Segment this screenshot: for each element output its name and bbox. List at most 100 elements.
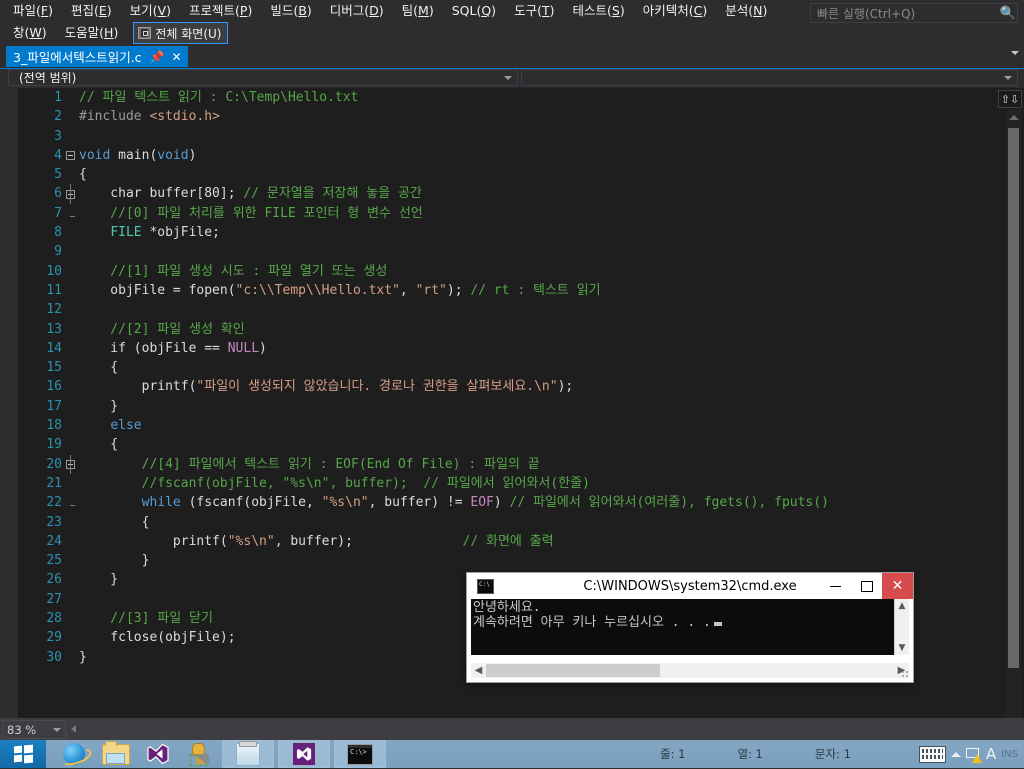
search-icon[interactable]: 🔍 — [999, 6, 1017, 21]
show-hidden-icons-icon[interactable] — [950, 751, 961, 757]
code-line[interactable]: 3 — [18, 127, 1024, 146]
visual-studio-icon[interactable] — [138, 740, 178, 768]
menu-item-t[interactable]: 도구(T) — [505, 0, 563, 22]
menu-item-m[interactable]: 팀(M) — [393, 0, 443, 22]
command-prompt-titlebar[interactable]: C:\WINDOWS\system32\cmd.exe ✕ — [467, 573, 913, 599]
scrollbar-thumb[interactable] — [1008, 128, 1019, 668]
code-line[interactable]: 14 if (objFile == NULL) — [18, 339, 1024, 358]
menu-item-d[interactable]: 디버그(D) — [321, 0, 393, 22]
quick-launch-box[interactable]: 빠른 실행(Ctrl+Q) 🔍 — [810, 3, 1018, 23]
chevron-down-icon[interactable] — [1004, 75, 1012, 80]
command-prompt-window[interactable]: C:\WINDOWS\system32\cmd.exe ✕ 안녕하세요. 계속하… — [466, 572, 914, 683]
line-number: 15 — [46, 360, 62, 376]
code-line[interactable]: 8 FILE *objFile; — [18, 223, 1024, 242]
code-line[interactable]: 21 //fscanf(objFile, "%s\n", buffer); //… — [18, 474, 1024, 493]
editor-vertical-scrollbar[interactable] — [1005, 110, 1022, 718]
menu-item-s[interactable]: 테스트(S) — [563, 0, 633, 22]
file-explorer-icon[interactable] — [96, 740, 136, 768]
touch-keyboard-icon[interactable] — [918, 745, 946, 763]
code-line[interactable]: 25 } — [18, 551, 1024, 570]
code-line[interactable]: 2 #include <stdio.h> — [18, 107, 1024, 126]
code-line[interactable]: 22 while (fscanf(objFile, "%s\n", buffer… — [18, 493, 1024, 512]
sql-server-tools-icon[interactable] — [180, 740, 220, 768]
scroll-left-icon[interactable] — [71, 725, 76, 733]
scrollbar-thumb[interactable] — [486, 664, 660, 677]
indicator-margin[interactable] — [0, 88, 18, 718]
fold-margin[interactable] — [62, 184, 79, 204]
internet-explorer-icon[interactable] — [54, 740, 94, 768]
code-line[interactable]: 18 else — [18, 416, 1024, 435]
line-number: 18 — [46, 418, 62, 434]
ime-korean-icon[interactable]: A — [986, 746, 996, 762]
code-token: #include — [79, 109, 150, 125]
split-view-handle[interactable]: ⇧⇩ — [998, 90, 1022, 108]
console-vertical-scrollbar[interactable]: ▲ ▼ — [894, 599, 909, 655]
code-line[interactable]: 6 char buffer[80]; // 문자열을 저장해 놓을 공간 — [18, 184, 1024, 204]
resize-grip[interactable] — [902, 671, 910, 679]
start-button[interactable] — [0, 740, 46, 768]
scroll-left-icon[interactable]: ◀ — [471, 665, 486, 676]
console-horizontal-scrollbar[interactable]: ◀ ▶ — [471, 663, 909, 678]
menu-item-p[interactable]: 프로젝트(P) — [180, 0, 261, 22]
command-prompt-window-button[interactable] — [334, 740, 386, 768]
code-token: <stdio.h> — [149, 109, 220, 125]
editor-horizontal-scrollbar[interactable] — [66, 720, 1024, 737]
code-line[interactable]: 23 { — [18, 513, 1024, 532]
minimize-button[interactable] — [820, 573, 851, 599]
zoom-dropdown[interactable]: 83 % — [2, 720, 66, 739]
fold-margin[interactable] — [62, 454, 79, 474]
code-line[interactable]: 20 //[4] 파일에서 텍스트 읽기 : EOF(End Of File) … — [18, 454, 1024, 474]
console-icon — [477, 578, 494, 594]
menu-item-w[interactable]: 창(W) — [4, 22, 56, 44]
code-token: { — [79, 360, 119, 376]
chevron-down-icon[interactable] — [504, 75, 512, 80]
code-token: // rt : 텍스트 읽기 — [470, 282, 601, 298]
scroll-up-icon[interactable]: ▲ — [895, 599, 909, 613]
close-button[interactable]: ✕ — [882, 573, 913, 599]
code-line[interactable]: 11 objFile = fopen("c:\\Temp\\Hello.txt"… — [18, 281, 1024, 300]
status-bar: 83 % — [0, 718, 1024, 740]
network-warning-icon[interactable] — [965, 747, 982, 763]
code-line[interactable]: 12 — [18, 300, 1024, 319]
chevron-down-icon[interactable] — [1011, 51, 1019, 55]
code-line[interactable]: 24 printf("%s\n", buffer); // 화면에 출력 — [18, 532, 1024, 551]
quick-launch-input[interactable]: 빠른 실행(Ctrl+Q) — [811, 5, 999, 22]
code-line[interactable]: 9 — [18, 242, 1024, 261]
fold-margin[interactable] — [62, 146, 79, 165]
code-token: { — [79, 167, 87, 183]
menu-item-e[interactable]: 편집(E) — [62, 0, 121, 22]
fullscreen-button[interactable]: 전체 화면(U) — [133, 22, 229, 44]
code-line[interactable]: 1 // 파일 텍스트 읽기 : C:\Temp\Hello.txt — [18, 88, 1024, 107]
code-line[interactable]: 7 //[0] 파일 처리를 위한 FILE 포인터 형 변수 선언 — [18, 204, 1024, 223]
menu-item-f[interactable]: 파일(F) — [4, 0, 62, 22]
menu-item-n[interactable]: 분석(N) — [716, 0, 776, 22]
menu-item-b[interactable]: 빌드(B) — [261, 0, 320, 22]
maximize-button[interactable] — [851, 573, 882, 599]
console-output[interactable]: 안녕하세요. 계속하려면 아무 키나 누르십시오 . . . — [471, 599, 901, 655]
scroll-down-icon[interactable]: ▼ — [895, 641, 909, 655]
document-tab[interactable]: 3_파일에서텍스트읽기.c 📌 ✕ — [6, 46, 188, 67]
chevron-down-icon[interactable] — [53, 727, 61, 732]
code-line[interactable]: 15 { — [18, 358, 1024, 377]
menu-item-h[interactable]: 도움말(H) — [56, 22, 128, 44]
code-line[interactable]: 19 { — [18, 435, 1024, 454]
pin-icon[interactable]: 📌 — [150, 50, 165, 64]
collapse-icon[interactable] — [66, 151, 75, 161]
code-line[interactable]: 13 //[2] 파일 생성 확인 — [18, 320, 1024, 339]
scroll-up-icon[interactable] — [1009, 115, 1019, 120]
code-line[interactable]: 16 printf("파일이 생성되지 않았습니다. 경로나 권한을 살펴보세요… — [18, 377, 1024, 396]
console-hscroll-track[interactable] — [486, 664, 894, 677]
visual-studio-window-button[interactable] — [278, 740, 330, 768]
code-line[interactable]: 5{ — [18, 165, 1024, 184]
code-line[interactable]: 10 //[1] 파일 생성 시도 : 파일 열기 또는 생성 — [18, 262, 1024, 281]
menu-item-q[interactable]: SQL(Q) — [443, 0, 505, 22]
menu-item-c[interactable]: 아키텍처(C) — [634, 0, 717, 22]
member-dropdown[interactable] — [521, 69, 1018, 86]
scope-dropdown[interactable]: (전역 범위) — [8, 69, 518, 86]
code-token: // 파일에서 읽어와서(여러줄), fgets(), fputs() — [509, 495, 829, 511]
close-icon[interactable]: ✕ — [172, 50, 182, 64]
code-line[interactable]: 17 } — [18, 397, 1024, 416]
notepad-window-button[interactable] — [222, 740, 274, 768]
menu-item-v[interactable]: 보기(V) — [121, 0, 180, 22]
code-line[interactable]: 4 void main(void) — [18, 146, 1024, 165]
